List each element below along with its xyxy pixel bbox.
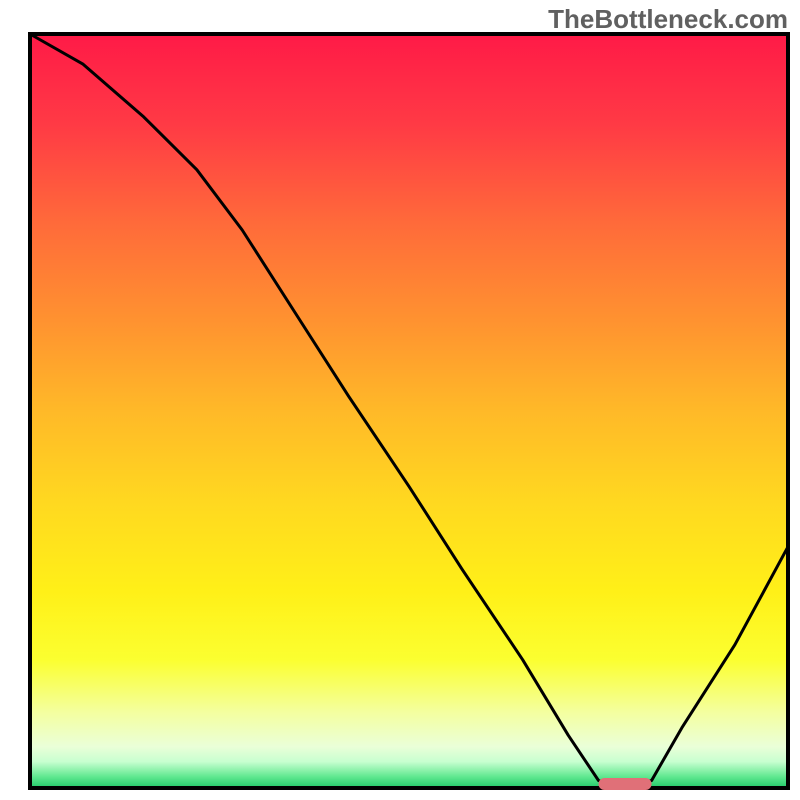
chart-container: TheBottleneck.com (0, 0, 800, 800)
bottleneck-chart (0, 0, 800, 800)
watermark-text: TheBottleneck.com (548, 4, 788, 35)
plot-background (30, 34, 788, 788)
optimal-marker (599, 778, 652, 790)
